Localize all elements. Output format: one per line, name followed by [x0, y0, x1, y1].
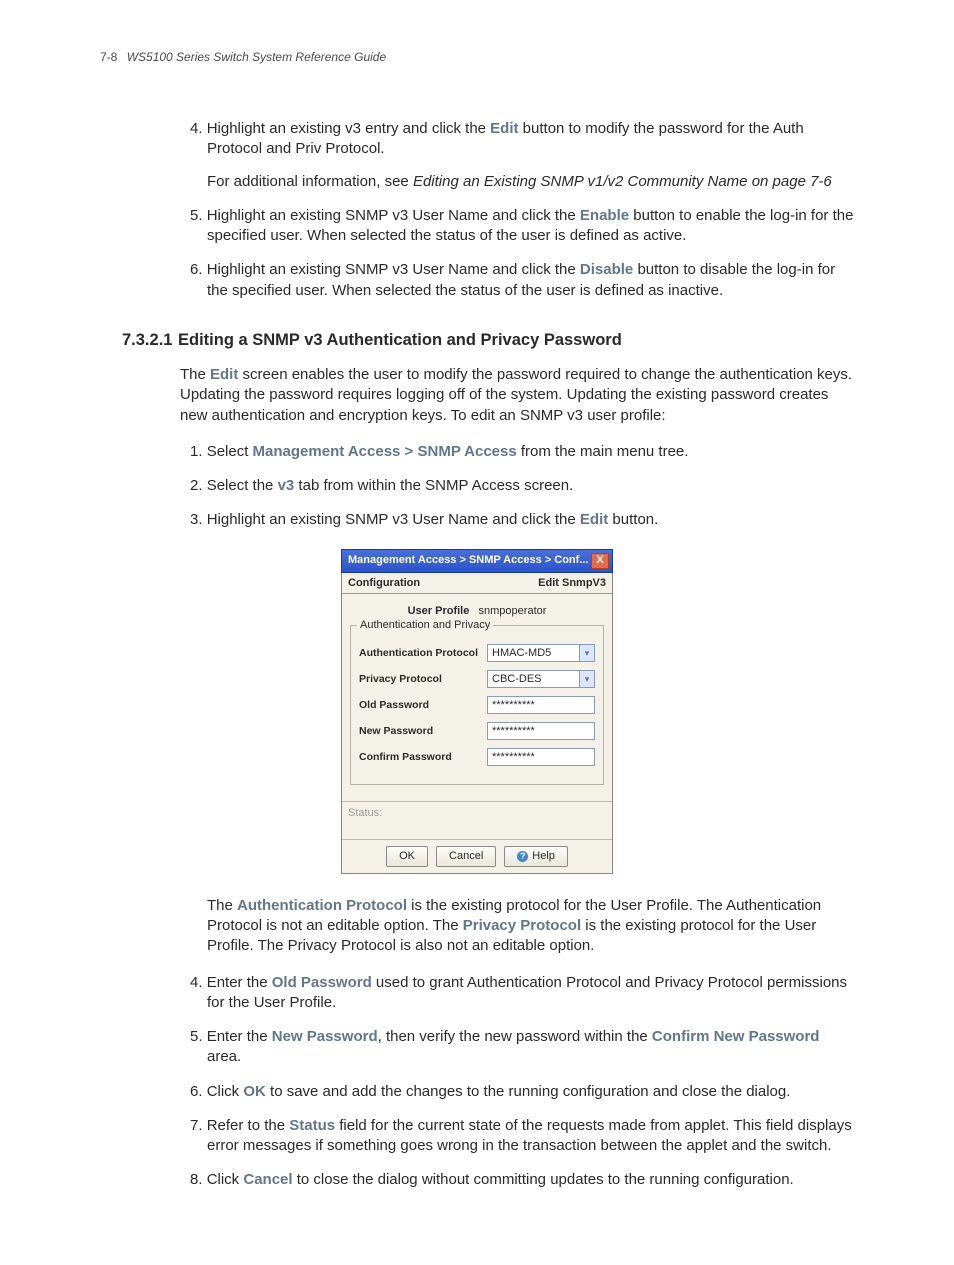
dialog: Management Access > SNMP Access > Conf..… — [341, 549, 613, 874]
substep-6: 6. Click OK to save and add the changes … — [190, 1082, 854, 1102]
step-4-note: For additional information, see Editing … — [207, 172, 854, 192]
doc-title: WS5100 Series Switch System Reference Gu… — [127, 50, 386, 64]
dialog-buttons: OK Cancel ?Help — [342, 839, 612, 873]
confirm-password-input[interactable]: ********** — [487, 748, 595, 766]
old-password-label: Old Password — [359, 698, 487, 712]
section-heading: 7.3.2.1Editing a SNMP v3 Authentication … — [100, 329, 854, 351]
post-dialog-para: The Authentication Protocol is the exist… — [100, 896, 854, 957]
disable-ref: Disable — [580, 261, 633, 278]
chevron-down-icon: ▾ — [579, 671, 594, 687]
page-header: 7-8 WS5100 Series Switch System Referenc… — [100, 50, 854, 64]
new-password-label: New Password — [359, 724, 487, 738]
step-6: 6. Highlight an existing SNMP v3 User Na… — [190, 260, 854, 301]
chevron-down-icon: ▾ — [579, 645, 594, 661]
step-4: 4. Highlight an existing v3 entry and cl… — [190, 119, 854, 192]
substep-1: 1. Select Management Access > SNMP Acces… — [190, 442, 854, 462]
substep-3: 3. Highlight an existing SNMP v3 User Na… — [190, 510, 854, 530]
substep-5: 5. Enter the New Password, then verify t… — [190, 1027, 854, 1068]
cancel-button[interactable]: Cancel — [436, 846, 496, 867]
substep-4: 4. Enter the Old Password used to grant … — [190, 973, 854, 1014]
dialog-title: Management Access > SNMP Access > Conf..… — [348, 553, 588, 568]
auth-privacy-fieldset: Authentication and Privacy Authenticatio… — [350, 625, 604, 785]
step-5: 5. Highlight an existing SNMP v3 User Na… — [190, 206, 854, 247]
edit-ref: Edit — [490, 120, 518, 137]
dialog-subheader: Configuration Edit SnmpV3 — [342, 573, 612, 595]
dialog-titlebar: Management Access > SNMP Access > Conf..… — [341, 549, 613, 573]
user-profile-row: User Profile snmpoperator — [350, 604, 604, 619]
new-password-input[interactable]: ********** — [487, 722, 595, 740]
old-password-input[interactable]: ********** — [487, 696, 595, 714]
enable-ref: Enable — [580, 207, 629, 224]
help-button[interactable]: ?Help — [504, 846, 568, 867]
help-icon: ? — [517, 851, 528, 862]
close-icon[interactable]: X — [591, 553, 609, 569]
user-profile-value: snmpoperator — [479, 605, 547, 617]
auth-protocol-label: Authentication Protocol — [359, 646, 487, 660]
substep-2: 2. Select the v3 tab from within the SNM… — [190, 476, 854, 496]
page-number: 7-8 — [100, 50, 117, 64]
ok-button[interactable]: OK — [386, 846, 428, 867]
privacy-protocol-label: Privacy Protocol — [359, 672, 487, 686]
confirm-password-label: Confirm Password — [359, 750, 487, 764]
substep-8: 8. Click Cancel to close the dialog with… — [190, 1170, 854, 1190]
auth-protocol-select[interactable]: HMAC-MD5 ▾ — [487, 644, 595, 662]
privacy-protocol-select[interactable]: CBC-DES ▾ — [487, 670, 595, 688]
substep-7: 7. Refer to the Status field for the cur… — [190, 1116, 854, 1157]
status-area: Status: — [342, 801, 612, 839]
section-intro: The Edit screen enables the user to modi… — [100, 365, 854, 426]
